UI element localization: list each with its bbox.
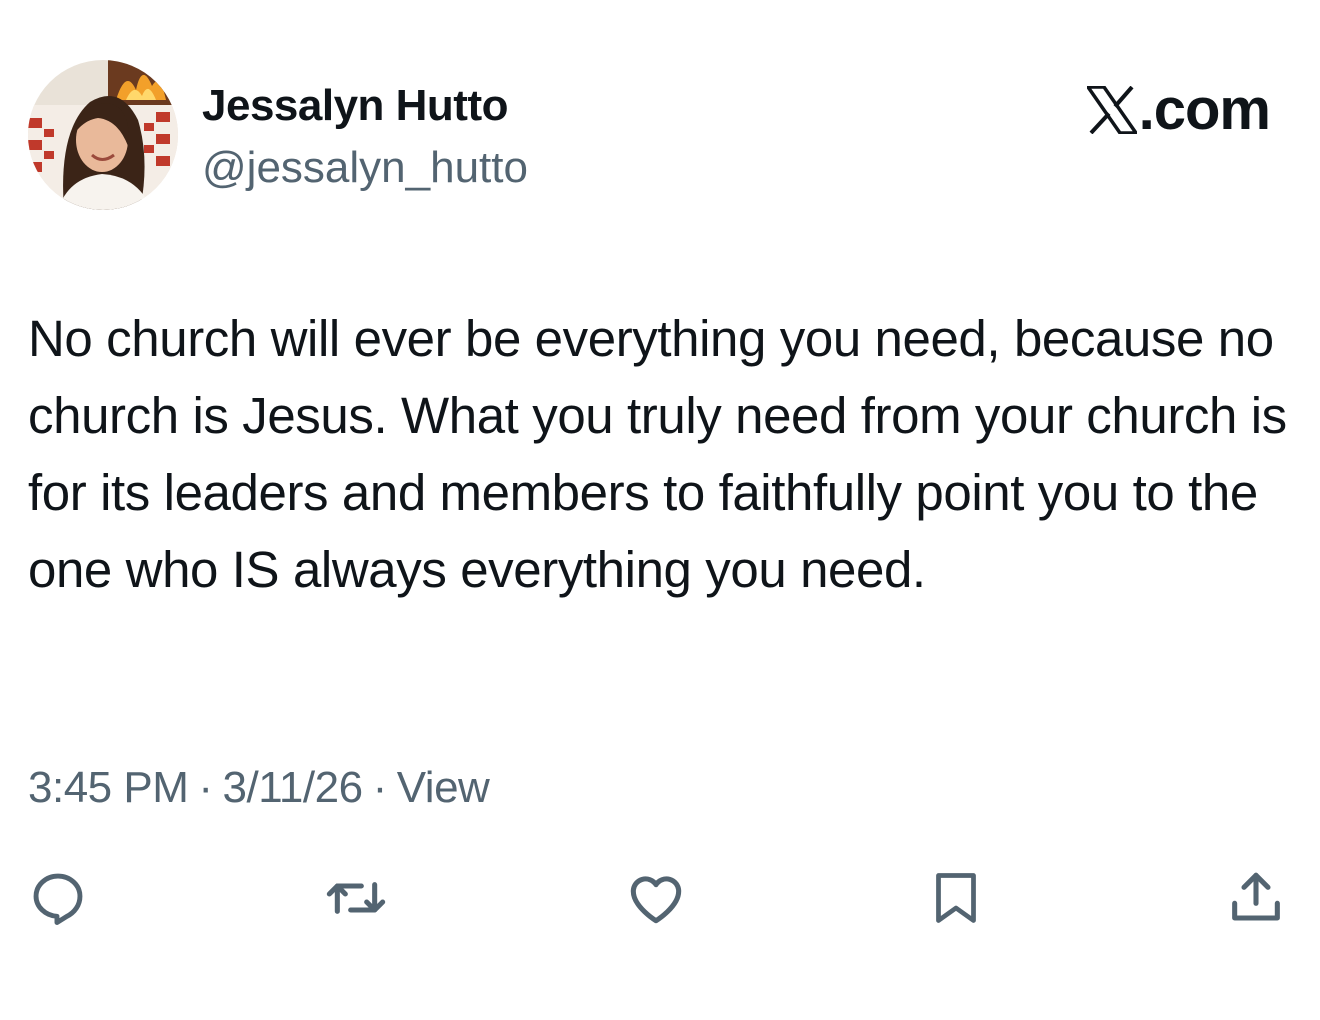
reply-button[interactable] bbox=[26, 866, 90, 930]
tweet-meta: 3:45 PM · 3/11/26 · View bbox=[28, 760, 490, 816]
repost-icon bbox=[326, 882, 386, 914]
author-handle[interactable]: @jessalyn_hutto bbox=[202, 142, 528, 194]
tweet-date[interactable]: 3/11/26 bbox=[223, 763, 364, 812]
avatar[interactable] bbox=[28, 60, 178, 210]
author-display-name[interactable]: Jessalyn Hutto bbox=[202, 80, 508, 132]
bookmark-button[interactable] bbox=[924, 866, 988, 930]
brand-watermark: .com bbox=[1086, 77, 1271, 142]
heart-icon bbox=[630, 876, 682, 924]
reply-icon bbox=[33, 873, 83, 925]
like-button[interactable] bbox=[624, 866, 688, 930]
repost-button[interactable] bbox=[324, 866, 388, 930]
x-logo-icon bbox=[1086, 86, 1137, 134]
share-button[interactable] bbox=[1224, 866, 1288, 930]
tweet-text: No church will ever be everything you ne… bbox=[28, 310, 1287, 598]
share-icon bbox=[1232, 872, 1280, 921]
tweet-time[interactable]: 3:45 PM bbox=[28, 763, 189, 812]
meta-separator: · bbox=[372, 763, 388, 812]
meta-separator: · bbox=[198, 763, 213, 812]
avatar-photo bbox=[28, 60, 178, 210]
brand-suffix: .com bbox=[1138, 77, 1271, 142]
views-label[interactable]: View bbox=[397, 763, 490, 812]
bookmark-icon bbox=[936, 873, 976, 923]
